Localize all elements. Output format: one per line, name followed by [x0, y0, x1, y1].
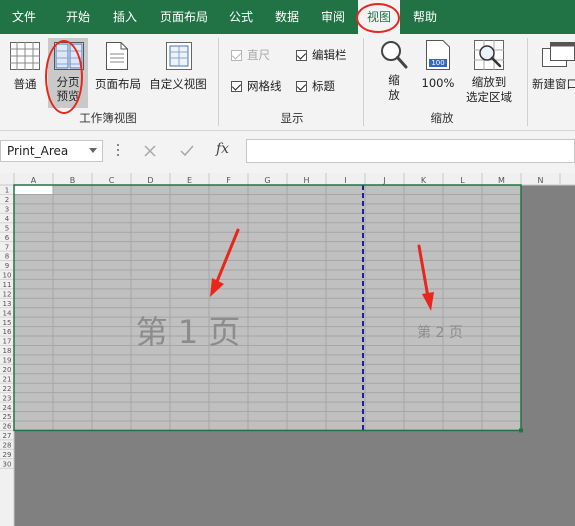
- column-header-b[interactable]: B: [70, 176, 76, 185]
- menu-file[interactable]: 文件: [0, 0, 48, 34]
- row-header-20[interactable]: 20: [3, 366, 12, 374]
- page-2-label: 第 2 页: [417, 324, 463, 341]
- column-header-n[interactable]: N: [538, 176, 544, 185]
- worksheet-grid[interactable]: A B C D E F G H I J K L M N12345678910111213141516171…: [0, 173, 575, 526]
- menu-home[interactable]: 开始: [56, 0, 100, 34]
- row-header-24[interactable]: 24: [3, 404, 12, 412]
- menu-data[interactable]: 数据: [268, 0, 306, 34]
- row-header-23[interactable]: 23: [3, 394, 12, 402]
- zoom-group-label: 缩放: [430, 111, 454, 125]
- page-layout-icon: [106, 42, 128, 70]
- row-header-6[interactable]: 6: [5, 234, 10, 242]
- zoom-100-button[interactable]: 100%: [418, 76, 458, 90]
- gridlines-checkbox[interactable]: [231, 81, 242, 92]
- show-group-label: 显示: [280, 111, 304, 125]
- menu-page-layout[interactable]: 页面布局: [150, 0, 218, 34]
- row-header-25[interactable]: 25: [3, 413, 12, 421]
- row-header-26[interactable]: 26: [3, 423, 12, 431]
- page-1-label: 第 1 页: [136, 313, 241, 351]
- active-cell[interactable]: [14, 185, 53, 195]
- ribbon-separator: [363, 38, 364, 126]
- column-header-j[interactable]: J: [382, 176, 385, 185]
- zoom-to-selection-icon: [474, 40, 504, 70]
- page-layout-button[interactable]: 页面布局: [90, 76, 146, 92]
- row-header-4[interactable]: 4: [5, 215, 10, 223]
- name-box[interactable]: Print_Area: [0, 140, 103, 162]
- row-header-8[interactable]: 8: [5, 253, 9, 261]
- menu-help[interactable]: 帮助: [404, 0, 446, 34]
- ruler-checkbox[interactable]: [231, 50, 242, 61]
- column-header-l[interactable]: L: [460, 176, 465, 185]
- ribbon-separator: [218, 38, 219, 126]
- custom-views-icon: [166, 42, 192, 70]
- custom-views-button[interactable]: 自定义视图: [146, 76, 210, 92]
- row-header-17[interactable]: 17: [3, 338, 12, 346]
- menu-view[interactable]: 视图: [358, 0, 400, 34]
- row-header-16[interactable]: 16: [3, 328, 12, 336]
- column-header-f[interactable]: F: [226, 176, 231, 185]
- menu-insert[interactable]: 插入: [104, 0, 146, 34]
- cancel-icon[interactable]: [143, 144, 157, 158]
- formula-bar-checkbox[interactable]: [296, 50, 307, 61]
- menu-bar: 文件 开始 插入 页面布局 公式 数据 审阅 视图 帮助: [0, 0, 575, 34]
- row-header-12[interactable]: 12: [3, 290, 12, 298]
- zoom-to-selection-button[interactable]: 缩放到 选定区域: [458, 75, 520, 105]
- zoom-100-icon-text: 100: [431, 59, 445, 67]
- workbook-views-group-label: 工作簿视图: [79, 111, 137, 125]
- row-header-5[interactable]: 5: [5, 224, 9, 232]
- row-header-2[interactable]: 2: [5, 196, 9, 204]
- row-header-9[interactable]: 9: [5, 262, 9, 270]
- column-header-a[interactable]: A: [31, 176, 37, 185]
- formula-bar-label: 编辑栏: [312, 48, 347, 62]
- zoom-button[interactable]: 缩 放: [380, 73, 408, 103]
- page-break-preview-label: 分页 预览: [56, 75, 80, 103]
- row-header-19[interactable]: 19: [3, 357, 12, 365]
- formula-input[interactable]: [246, 139, 575, 163]
- column-header-g[interactable]: G: [264, 176, 270, 185]
- column-header-h[interactable]: H: [303, 176, 309, 185]
- new-window-button[interactable]: 新建窗口: [530, 76, 575, 92]
- insert-function-button[interactable]: fx: [216, 141, 229, 157]
- column-header-d[interactable]: D: [147, 176, 153, 185]
- enter-check-icon[interactable]: [179, 144, 195, 158]
- menu-formulas[interactable]: 公式: [222, 0, 260, 34]
- headings-label: 标题: [312, 79, 335, 93]
- row-header-22[interactable]: 22: [3, 385, 12, 393]
- more-dots-icon: [117, 144, 120, 158]
- row-header-13[interactable]: 13: [3, 300, 12, 308]
- name-box-value: Print_Area: [7, 144, 69, 158]
- row-header-15[interactable]: 15: [3, 319, 12, 327]
- row-header-21[interactable]: 21: [3, 375, 12, 383]
- row-header-18[interactable]: 18: [3, 347, 12, 355]
- headings-checkbox[interactable]: [296, 81, 307, 92]
- column-header-k[interactable]: K: [421, 176, 427, 185]
- normal-view-button[interactable]: 普通: [6, 76, 44, 92]
- row-header-14[interactable]: 14: [3, 309, 12, 317]
- new-window-icon: [542, 42, 575, 67]
- column-header-e[interactable]: E: [187, 176, 192, 185]
- print-area-handle[interactable]: [519, 428, 523, 433]
- gridlines-label: 网格线: [247, 79, 282, 93]
- page-break-preview-icon: [54, 42, 84, 70]
- row-header-10[interactable]: 10: [3, 272, 12, 280]
- column-header-m[interactable]: M: [498, 176, 505, 185]
- column-header-i[interactable]: I: [344, 176, 346, 185]
- normal-view-icon: [10, 42, 40, 70]
- row-header-29[interactable]: 29: [3, 451, 12, 459]
- column-header-c[interactable]: C: [109, 176, 115, 185]
- ruler-label: 直尺: [247, 48, 270, 62]
- chevron-down-icon[interactable]: [89, 148, 97, 153]
- zoom-magnifier-icon: [381, 41, 408, 69]
- menu-review[interactable]: 审阅: [314, 0, 352, 34]
- row-header-3[interactable]: 3: [5, 206, 9, 214]
- row-header-1[interactable]: 1: [5, 187, 9, 195]
- ribbon-separator: [527, 38, 528, 126]
- row-header-28[interactable]: 28: [3, 442, 12, 450]
- row-header-30[interactable]: 30: [3, 460, 12, 468]
- row-header-11[interactable]: 11: [3, 281, 12, 289]
- row-header-7[interactable]: 7: [5, 243, 9, 251]
- row-header-27[interactable]: 27: [3, 432, 12, 440]
